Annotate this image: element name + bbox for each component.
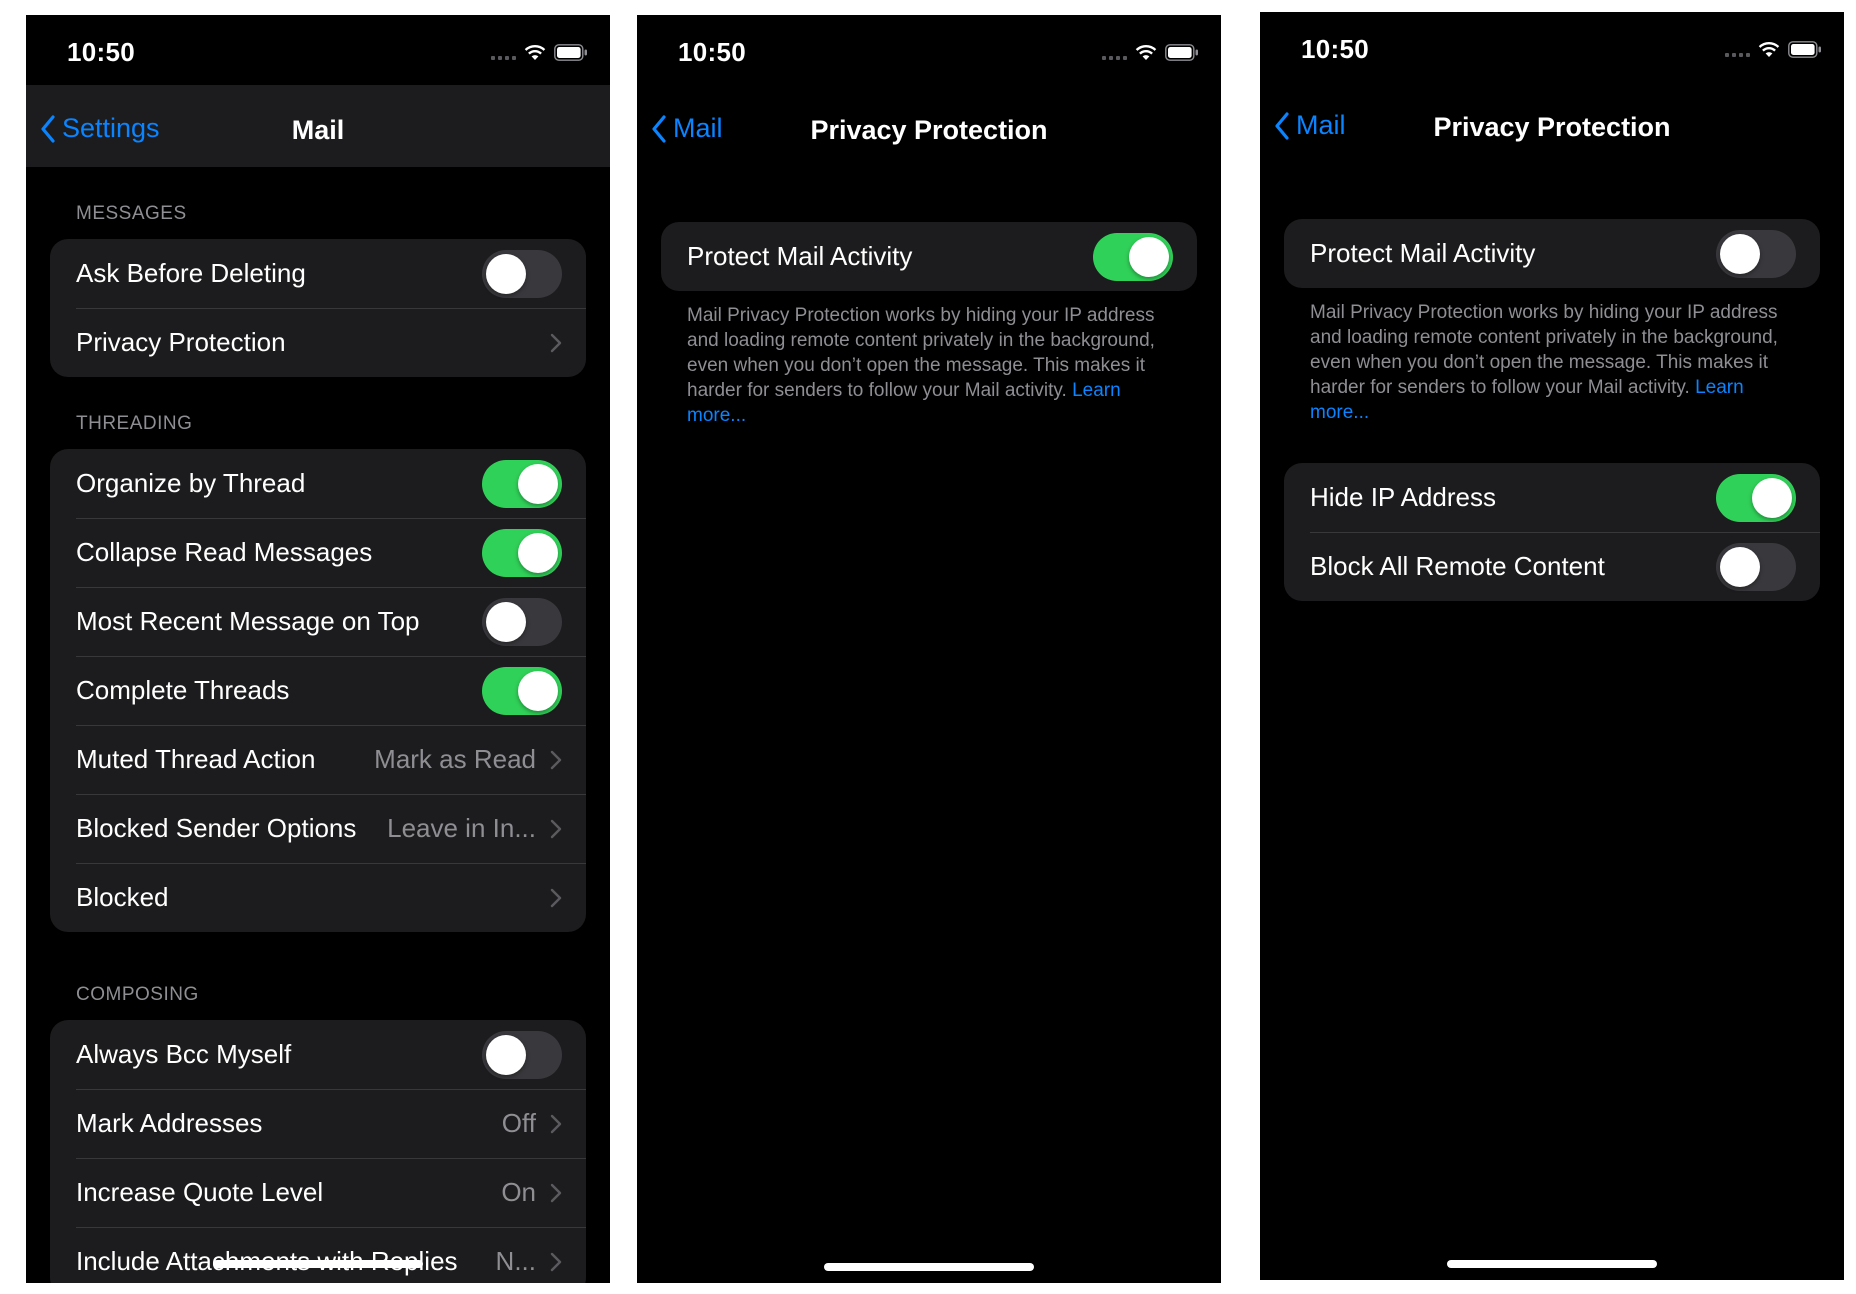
group-protect-mail: Protect Mail Activity: [1284, 219, 1820, 288]
always-bcc-myself-toggle[interactable]: [482, 1030, 562, 1079]
row-include-attachments[interactable]: Include Attachments with Replies N...: [50, 1227, 586, 1283]
page-title: Privacy Protection: [1433, 112, 1671, 142]
row-label: Protect Mail Activity: [1310, 238, 1536, 268]
signal-icon: [491, 44, 516, 60]
row-label: Ask Before Deleting: [76, 258, 306, 288]
privacy-description: Mail Privacy Protection works by hiding …: [1310, 300, 1804, 425]
privacy-settings: Protect Mail Activity Mail Privacy Prote…: [1260, 164, 1844, 601]
row-label: Privacy Protection: [76, 327, 286, 357]
row-blocked-sender-options[interactable]: Blocked Sender Options Leave in In...: [50, 794, 586, 863]
status-bar: 10:50: [26, 15, 610, 85]
signal-icon: [1725, 41, 1750, 57]
section-header-messages: MESSAGES: [76, 203, 187, 224]
row-label: Increase Quote Level: [76, 1177, 324, 1207]
status-bar: 10:50: [637, 15, 1221, 85]
row-value: N...: [495, 1246, 536, 1276]
battery-icon: [1165, 43, 1198, 61]
protect-mail-activity-toggle[interactable]: [1093, 232, 1173, 281]
row-label: Organize by Thread: [76, 468, 306, 498]
row-always-bcc-myself: Always Bcc Myself: [50, 1020, 586, 1089]
wifi-icon: [1758, 41, 1780, 57]
status-bar: 10:50: [1260, 12, 1844, 82]
row-value: On: [501, 1177, 536, 1207]
row-label: Blocked Sender Options: [76, 813, 357, 843]
most-recent-on-top-toggle[interactable]: [482, 597, 562, 646]
row-privacy-protection[interactable]: Privacy Protection: [50, 308, 586, 377]
status-icons: [491, 42, 588, 62]
page-title: Mail: [291, 115, 345, 145]
group-protect-mail: Protect Mail Activity: [661, 222, 1197, 291]
navigation-bar: Mail Privacy Protection: [637, 85, 1221, 167]
section-header-threading: THREADING: [76, 413, 193, 434]
battery-icon: [554, 43, 587, 61]
group-composing: Always Bcc Myself Mark Addresses Off Inc…: [50, 1020, 586, 1283]
ask-before-deleting-toggle[interactable]: [482, 249, 562, 298]
row-label: Most Recent Message on Top: [76, 606, 420, 636]
home-indicator[interactable]: [824, 1263, 1034, 1271]
section-header-composing: COMPOSING: [76, 984, 199, 1005]
row-label: Always Bcc Myself: [76, 1039, 292, 1069]
row-label: Mark Addresses: [76, 1108, 263, 1138]
group-messages: Ask Before Deleting Privacy Protection: [50, 239, 586, 377]
status-time: 10:50: [678, 37, 746, 67]
status-time: 10:50: [1301, 34, 1369, 64]
home-indicator[interactable]: [1447, 1260, 1657, 1268]
row-mark-addresses[interactable]: Mark Addresses Off: [50, 1089, 586, 1158]
battery-icon: [1788, 40, 1821, 58]
row-most-recent-on-top: Most Recent Message on Top: [50, 587, 586, 656]
screen-privacy-protection-enabled: 10:50 Mail Privacy Protection Protect Ma…: [637, 15, 1221, 1283]
complete-threads-toggle[interactable]: [482, 666, 562, 715]
row-block-all-remote-content: Block All Remote Content: [1284, 532, 1820, 601]
row-protect-mail-activity: Protect Mail Activity: [1284, 219, 1820, 288]
row-label: Collapse Read Messages: [76, 537, 373, 567]
row-muted-thread-action[interactable]: Muted Thread Action Mark as Read: [50, 725, 586, 794]
navigation-bar: Settings Mail: [26, 85, 610, 167]
row-increase-quote-level[interactable]: Increase Quote Level On: [50, 1158, 586, 1227]
chevron-right-icon: [550, 750, 562, 769]
protect-mail-activity-toggle[interactable]: [1716, 229, 1796, 278]
wifi-icon: [1135, 44, 1157, 60]
screen-mail-settings: 10:50 Settings Mail MESSAGES Ask Before …: [26, 15, 610, 1283]
row-value: Off: [501, 1108, 536, 1138]
row-collapse-read-messages: Collapse Read Messages: [50, 518, 586, 587]
row-label: Protect Mail Activity: [687, 241, 913, 271]
status-time: 10:50: [67, 37, 135, 67]
row-label: Hide IP Address: [1310, 482, 1496, 512]
group-threading: Organize by Thread Collapse Read Message…: [50, 449, 586, 932]
row-value: Mark as Read: [374, 744, 536, 774]
row-blocked[interactable]: Blocked: [50, 863, 586, 932]
privacy-settings: Protect Mail Activity Mail Privacy Prote…: [637, 167, 1221, 428]
page-title: Privacy Protection: [810, 115, 1048, 145]
row-value: Leave in In...: [387, 813, 536, 843]
row-hide-ip-address: Hide IP Address: [1284, 463, 1820, 532]
chevron-right-icon: [550, 1114, 562, 1133]
chevron-right-icon: [550, 333, 562, 352]
row-ask-before-deleting: Ask Before Deleting: [50, 239, 586, 308]
signal-icon: [1102, 44, 1127, 60]
row-label: Blocked: [76, 882, 169, 912]
privacy-description: Mail Privacy Protection works by hiding …: [687, 303, 1181, 428]
row-organize-by-thread: Organize by Thread: [50, 449, 586, 518]
block-all-remote-content-toggle[interactable]: [1716, 542, 1796, 591]
chevron-right-icon: [550, 1252, 562, 1271]
group-ip-and-content: Hide IP Address Block All Remote Content: [1284, 463, 1820, 601]
navigation-bar: Mail Privacy Protection: [1260, 82, 1844, 164]
screen-privacy-protection-disabled: 10:50 Mail Privacy Protection Protect Ma…: [1260, 12, 1844, 1280]
row-label: Muted Thread Action: [76, 744, 316, 774]
organize-by-thread-toggle[interactable]: [482, 459, 562, 508]
row-complete-threads: Complete Threads: [50, 656, 586, 725]
settings-list: MESSAGES Ask Before Deleting Privacy Pro…: [26, 167, 610, 1283]
row-protect-mail-activity: Protect Mail Activity: [661, 222, 1197, 291]
chevron-right-icon: [550, 1183, 562, 1202]
row-label: Block All Remote Content: [1310, 551, 1605, 581]
collapse-read-messages-toggle[interactable]: [482, 528, 562, 577]
home-indicator[interactable]: [213, 1260, 423, 1268]
hide-ip-address-toggle[interactable]: [1716, 473, 1796, 522]
row-label: Complete Threads: [76, 675, 290, 705]
wifi-icon: [524, 44, 546, 60]
chevron-right-icon: [550, 888, 562, 907]
status-icons: [1102, 42, 1199, 62]
chevron-right-icon: [550, 819, 562, 838]
status-icons: [1725, 39, 1822, 59]
